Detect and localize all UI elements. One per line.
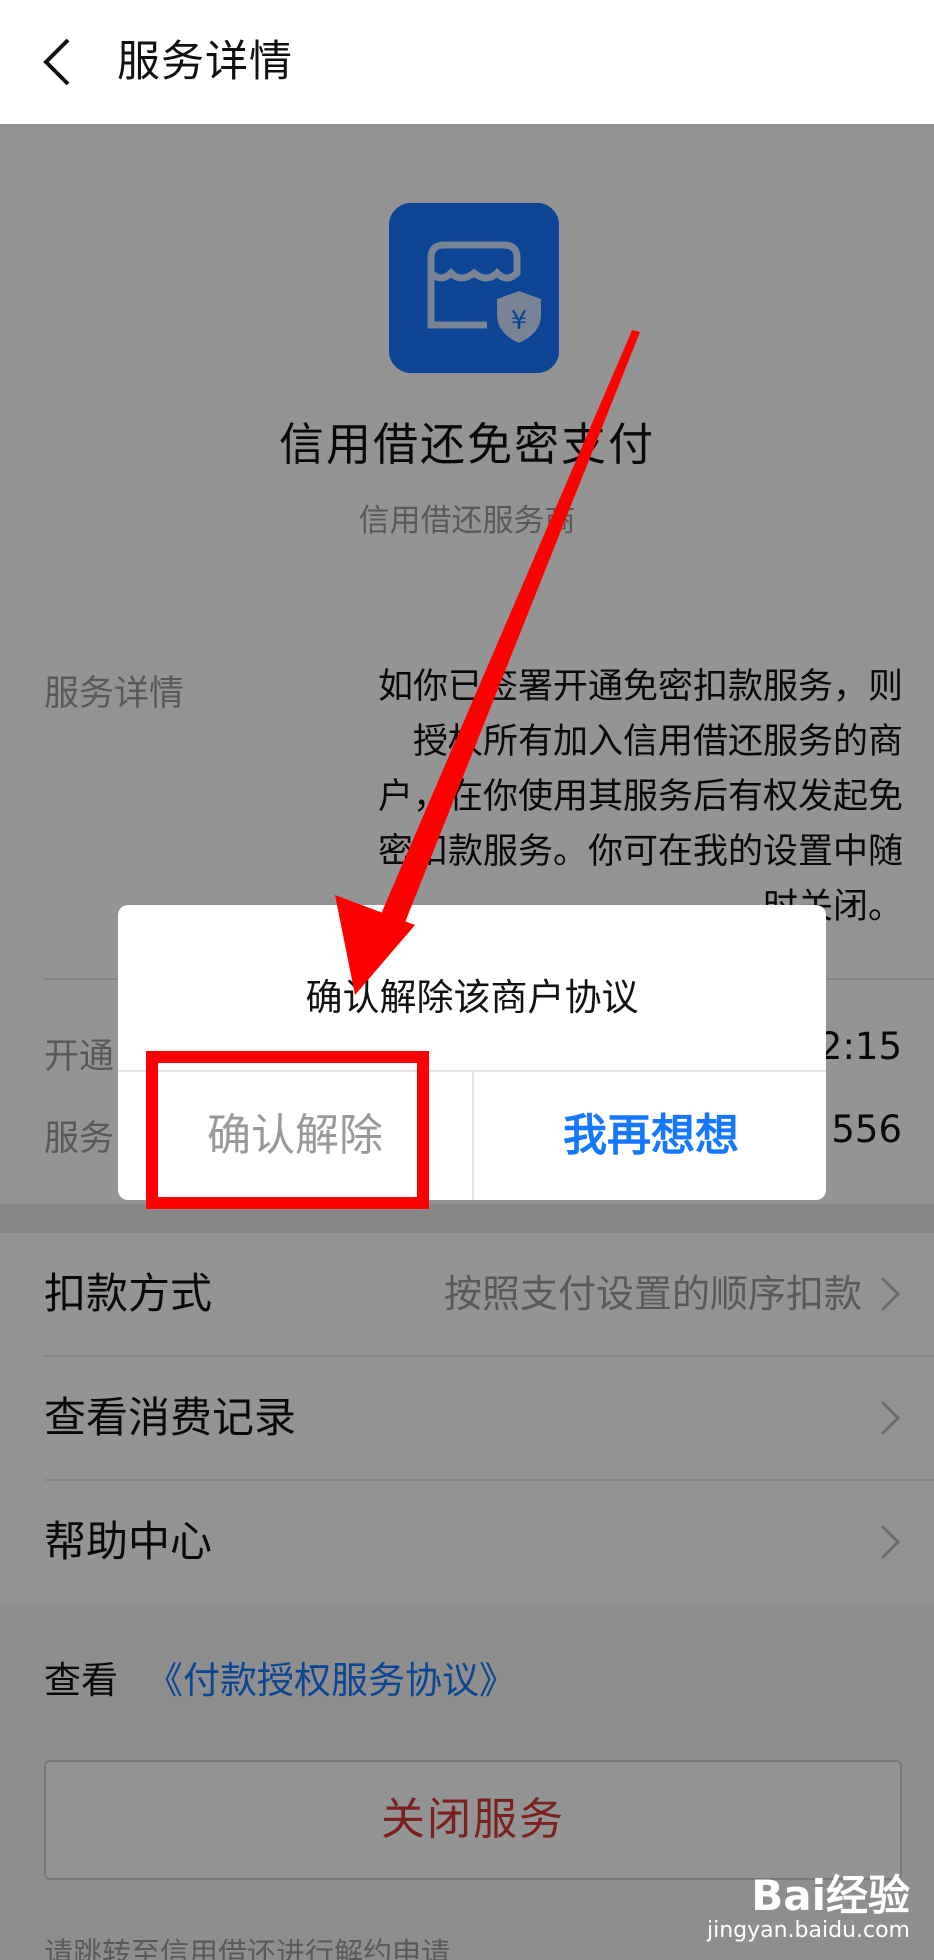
- reconsider-button[interactable]: 我再想想: [474, 1072, 826, 1200]
- dialog-title: 确认解除该商户协议: [305, 976, 639, 1019]
- back-arrow-icon[interactable]: [38, 34, 78, 90]
- baidu-jingyan-watermark: Bai经验 jingyan.baidu.com: [674, 1860, 914, 1950]
- header-bar: 服务详情: [0, 0, 934, 124]
- watermark-url: jingyan.baidu.com: [706, 1918, 910, 1943]
- watermark-brand: Bai经验: [751, 1871, 910, 1920]
- page-title: 服务详情: [117, 37, 293, 87]
- annotation-highlight-box: [146, 1051, 429, 1209]
